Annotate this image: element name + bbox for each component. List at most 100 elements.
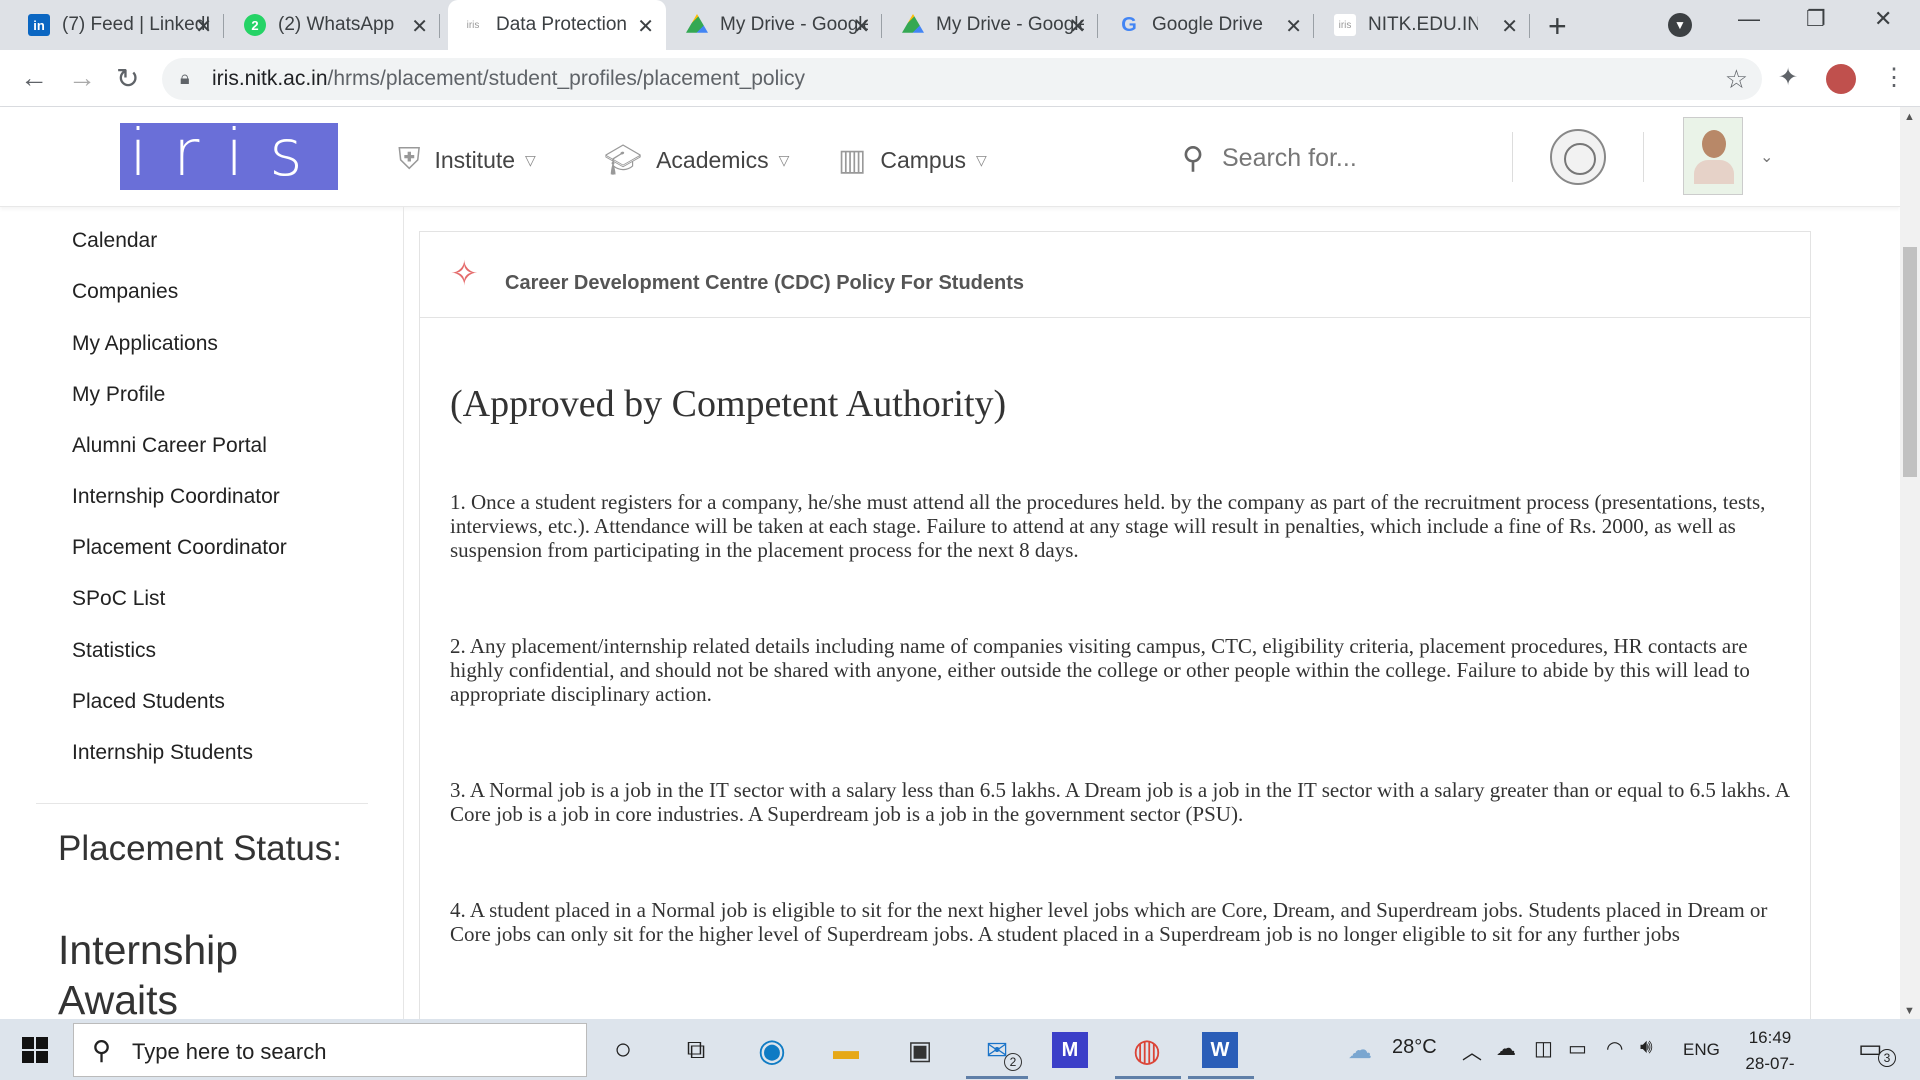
meet-now-icon[interactable]: ◫ xyxy=(1534,1036,1553,1061)
browser-menu-icon[interactable]: ⋮ xyxy=(1882,63,1906,92)
policy-paragraph-3: 3. A Normal job is a job in the IT secto… xyxy=(450,778,1789,826)
browser-profile-avatar[interactable] xyxy=(1826,64,1856,94)
app-icon[interactable]: M xyxy=(1052,1032,1088,1068)
tab-title: NITK.EDU.IN Email xyxy=(1368,14,1478,35)
user-avatar[interactable] xyxy=(1683,117,1743,195)
sidebar-item-placement-coordinator[interactable]: Placement Coordinator xyxy=(72,536,287,560)
minimize-icon[interactable]: — xyxy=(1738,6,1760,32)
wifi-icon[interactable]: ◠ xyxy=(1606,1036,1623,1061)
scrollbar-thumb[interactable] xyxy=(1903,247,1917,477)
graduation-cap-icon: 🎓︎ xyxy=(604,144,643,177)
task-view-icon[interactable]: ⧉ xyxy=(676,1030,716,1070)
site-search[interactable]: ⚲ Search for... xyxy=(1182,141,1357,176)
scroll-down-arrow-icon[interactable]: ▼ xyxy=(1904,1005,1915,1017)
avatar-body xyxy=(1694,160,1734,184)
policy-heading: (Approved by Competent Authority) xyxy=(450,383,1007,425)
nav-campus[interactable]: ▥ Campus ▽ xyxy=(838,143,987,178)
sidebar-item-internship-coordinator[interactable]: Internship Coordinator xyxy=(72,485,280,509)
tab-title: (2) WhatsApp xyxy=(278,14,395,35)
bookmark-star-icon[interactable]: ☆ xyxy=(1725,64,1748,95)
new-tab-plus-icon[interactable]: + xyxy=(1548,8,1567,45)
close-icon[interactable]: ✕ xyxy=(637,14,654,39)
sidebar-item-placed-students[interactable]: Placed Students xyxy=(72,690,225,714)
system-clock[interactable]: 16:49 28-07-2021 xyxy=(1730,1025,1810,1080)
address-bar[interactable]: 🔒︎ iris.nitk.ac.in/hrms/placement/studen… xyxy=(162,58,1762,100)
url-text[interactable]: iris.nitk.ac.in/hrms/placement/student_p… xyxy=(212,67,805,91)
taskbar-search-placeholder: Type here to search xyxy=(132,1039,327,1064)
clock-time: 16:49 xyxy=(1748,1028,1792,1047)
chevron-down-icon: ▽ xyxy=(778,152,790,168)
close-icon[interactable]: ✕ xyxy=(411,14,428,39)
page-scrollbar[interactable]: ▲ ▼ xyxy=(1900,107,1920,1019)
close-icon[interactable]: ✕ xyxy=(1501,14,1518,39)
cortana-icon[interactable]: ○ xyxy=(603,1030,643,1070)
chrome-icon[interactable]: ◍ xyxy=(1127,1030,1167,1070)
sidebar-item-internship-students[interactable]: Internship Students xyxy=(72,741,253,765)
sidebar-divider xyxy=(36,803,368,804)
sidebar-item-my-profile[interactable]: My Profile xyxy=(72,383,165,407)
nitk-emblem-icon[interactable] xyxy=(1550,129,1606,185)
tab-my-drive-2[interactable]: My Drive - Google Drive ✕ xyxy=(888,0,1098,50)
microsoft-store-icon[interactable]: ▣ xyxy=(900,1030,940,1070)
notifications-icon[interactable]: ▭ 3 xyxy=(1858,1033,1896,1067)
close-icon[interactable]: ✕ xyxy=(1285,14,1302,39)
onedrive-cloud-icon[interactable]: ☁ xyxy=(1496,1036,1516,1061)
close-icon[interactable]: ✕ xyxy=(853,14,870,39)
policy-card: ✧ Career Development Centre (CDC) Policy… xyxy=(419,231,1811,1031)
weather-temperature[interactable]: 28°C xyxy=(1392,1036,1437,1059)
chevron-down-icon: ▽ xyxy=(525,151,536,168)
file-explorer-icon[interactable]: ▬ xyxy=(826,1030,866,1070)
policy-paragraph-4: 4. A student placed in a Normal job is e… xyxy=(450,898,1768,946)
policy-card-title: Career Development Centre (CDC) Policy F… xyxy=(505,272,1024,294)
tab-google-drive[interactable]: G Google Drive ✕ xyxy=(1104,0,1314,50)
sidebar-item-companies[interactable]: Companies xyxy=(72,280,178,304)
close-icon[interactable]: ✕ xyxy=(195,14,212,39)
forward-arrow-icon[interactable]: → xyxy=(68,62,96,94)
iris-icon: iris xyxy=(466,19,480,31)
nav-academics[interactable]: 🎓︎ Academics ▽ xyxy=(604,143,789,178)
sidebar-item-statistics[interactable]: Statistics xyxy=(72,639,156,663)
tab-whatsapp[interactable]: 2 (2) WhatsApp ✕ xyxy=(230,0,440,50)
input-language[interactable]: ENG xyxy=(1683,1040,1720,1060)
mail-running-indicator xyxy=(966,1076,1028,1079)
mail-badge: 2 xyxy=(1004,1053,1022,1071)
tab-nitk-email[interactable]: iris NITK.EDU.IN Email ✕ xyxy=(1320,0,1530,50)
edge-browser-icon[interactable]: ◉ xyxy=(752,1030,792,1070)
close-icon[interactable]: ✕ xyxy=(1069,14,1086,39)
sidebar-item-alumni-career-portal[interactable]: Alumni Career Portal xyxy=(72,434,267,458)
volume-icon[interactable]: 🔊︎ xyxy=(1640,1036,1653,1059)
tab-search-chevron-icon[interactable]: ▼ xyxy=(1668,13,1692,37)
word-icon[interactable]: W xyxy=(1202,1032,1238,1068)
lock-icon[interactable]: 🔒︎ xyxy=(180,68,190,89)
windows-start-icon[interactable] xyxy=(22,1037,48,1063)
chevron-up-icon[interactable]: ︿ xyxy=(1462,1036,1482,1065)
tab-data-protection[interactable]: iris Data Protection ✕ xyxy=(448,0,666,50)
back-arrow-icon[interactable]: ← xyxy=(20,62,48,94)
nav-institute[interactable]: ⛨ Institute ▽ xyxy=(398,143,536,177)
nav-academics-label: Academics xyxy=(656,147,769,173)
google-icon: G xyxy=(1121,13,1137,36)
tab-title: (7) Feed | LinkedIn xyxy=(62,14,210,35)
google-drive-icon xyxy=(902,14,924,33)
sidebar-item-calendar[interactable]: Calendar xyxy=(72,229,157,253)
battery-icon[interactable]: ▭ xyxy=(1568,1036,1587,1061)
taskbar-search-box[interactable]: ⚲ Type here to search xyxy=(73,1023,587,1077)
tab-linkedin[interactable]: in (7) Feed | LinkedIn ✕ xyxy=(14,0,224,50)
chevron-down-icon[interactable]: ⌄ xyxy=(1760,147,1773,167)
search-placeholder: Search for... xyxy=(1221,144,1357,172)
sidebar-item-my-applications[interactable]: My Applications xyxy=(72,332,218,356)
extensions-puzzle-icon[interactable]: ✦ xyxy=(1778,63,1798,92)
sidebar: Calendar Companies My Applications My Pr… xyxy=(0,207,404,1019)
iris-icon: iris xyxy=(1334,14,1356,36)
close-window-icon[interactable]: ✕ xyxy=(1874,6,1892,32)
reload-icon[interactable]: ↻ xyxy=(116,62,139,95)
windows-taskbar: ⚲ Type here to search ○ ⧉ ◉ ▬ ▣ ✉ 2 M ◍ … xyxy=(0,1019,1920,1080)
sidebar-item-spoc-list[interactable]: SPoC List xyxy=(72,587,165,611)
iris-logo[interactable]: iris xyxy=(120,122,338,190)
placement-status-value: Internship Awaits xyxy=(58,927,239,1019)
restore-icon[interactable]: ❐ xyxy=(1806,6,1826,32)
tab-my-drive-1[interactable]: My Drive - Google Drive ✕ xyxy=(672,0,882,50)
weather-cloud-icon[interactable]: ☁ xyxy=(1348,1036,1372,1065)
tab-title: Data Protection xyxy=(496,14,627,35)
scroll-up-arrow-icon[interactable]: ▲ xyxy=(1904,111,1915,123)
